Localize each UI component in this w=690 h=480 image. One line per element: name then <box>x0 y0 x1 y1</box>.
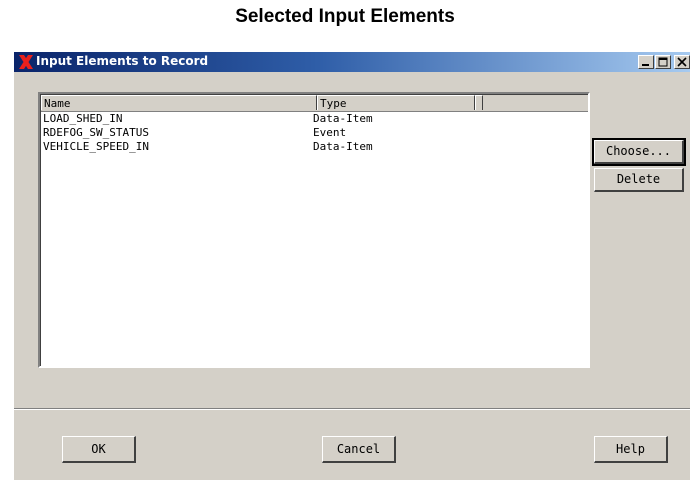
cell-name: LOAD_SHED_IN <box>43 112 123 125</box>
cell-type: Event <box>313 126 347 139</box>
dialog-window: Input Elements to Record Name Type LOAD_… <box>12 50 690 480</box>
delete-button[interactable]: Delete <box>594 168 684 192</box>
maximize-button[interactable] <box>655 55 671 69</box>
column-header-spacer <box>475 95 483 110</box>
minimize-icon <box>642 64 649 66</box>
cancel-button[interactable]: Cancel <box>322 436 396 463</box>
title-bar[interactable]: Input Elements to Record <box>14 52 690 72</box>
cell-name: VEHICLE_SPEED_IN <box>43 140 149 153</box>
table-row[interactable]: LOAD_SHED_IN Data-Item <box>41 112 588 126</box>
ok-button[interactable]: OK <box>62 436 136 463</box>
column-header-type[interactable]: Type <box>317 95 475 110</box>
table-row[interactable]: RDEFOG_SW_STATUS Event <box>41 126 588 140</box>
close-button[interactable] <box>674 55 690 69</box>
list-header: Name Type <box>41 95 588 112</box>
window-title: Input Elements to Record <box>36 54 209 68</box>
input-elements-list[interactable]: Name Type LOAD_SHED_IN Data-Item RDEFOG_… <box>38 92 590 368</box>
maximize-icon <box>658 57 668 67</box>
column-header-name[interactable]: Name <box>41 95 317 110</box>
cell-type: Data-Item <box>313 140 373 153</box>
help-button[interactable]: Help <box>594 436 668 463</box>
close-icon <box>677 57 687 67</box>
cell-name: RDEFOG_SW_STATUS <box>43 126 149 139</box>
x-logo-icon <box>19 55 33 69</box>
footer-divider <box>14 408 690 410</box>
cell-type: Data-Item <box>313 112 373 125</box>
minimize-button[interactable] <box>638 55 654 69</box>
page-title: Selected Input Elements <box>235 6 455 27</box>
choose-button[interactable]: Choose... <box>592 138 686 166</box>
table-row[interactable]: VEHICLE_SPEED_IN Data-Item <box>41 140 588 154</box>
